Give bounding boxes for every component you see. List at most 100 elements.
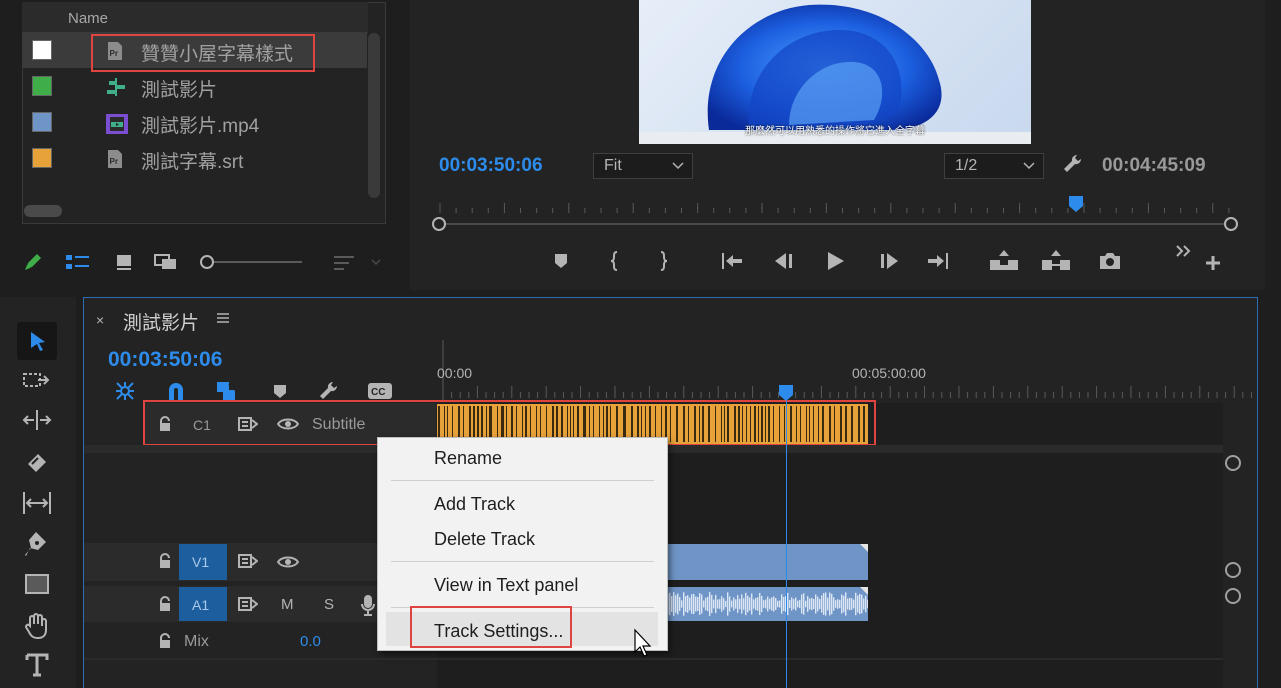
- rectangle-tool-icon[interactable]: [24, 573, 50, 595]
- scroll-handle[interactable]: [1225, 455, 1241, 471]
- captions-icon[interactable]: CC: [367, 382, 393, 400]
- monitor-out-handle[interactable]: [1224, 217, 1238, 231]
- hand-tool-icon[interactable]: [24, 612, 50, 640]
- step-forward-icon[interactable]: [878, 251, 900, 271]
- selection-tool-icon[interactable]: [17, 322, 57, 360]
- pencil-icon[interactable]: [22, 251, 44, 273]
- svg-text:Pr: Pr: [110, 157, 118, 166]
- duration-timecode: 00:04:45:09: [1102, 155, 1206, 176]
- mute-button[interactable]: M: [281, 596, 294, 613]
- monitor-playhead[interactable]: [1068, 195, 1084, 213]
- microphone-icon[interactable]: [361, 594, 375, 616]
- mouse-cursor-icon: [633, 628, 653, 658]
- timeline-ruler[interactable]: [437, 340, 1257, 402]
- menu-item-rename[interactable]: Rename: [434, 448, 502, 469]
- icon-view-icon[interactable]: [114, 253, 134, 271]
- list-view-icon[interactable]: [65, 253, 91, 271]
- close-tab-icon[interactable]: ×: [96, 312, 104, 328]
- freeform-view-icon[interactable]: [154, 253, 184, 271]
- scroll-handle[interactable]: [1225, 562, 1241, 578]
- sync-lock-icon[interactable]: [238, 553, 258, 569]
- mix-volume[interactable]: 0.0: [300, 633, 321, 650]
- razor-tool-icon[interactable]: [24, 450, 50, 476]
- column-name-label: Name: [68, 10, 109, 27]
- ruler-label-5min: 00:05:00:00: [852, 365, 926, 381]
- ruler-label-start: 00:00: [437, 365, 473, 381]
- menu-separator: [391, 480, 654, 481]
- highlight-box: [410, 606, 572, 648]
- extract-icon[interactable]: [1040, 248, 1072, 272]
- snap-icon[interactable]: [165, 380, 187, 402]
- project-item[interactable]: 測試影片: [23, 69, 367, 104]
- project-column-header[interactable]: Name: [22, 2, 368, 33]
- wrench-icon[interactable]: [1062, 153, 1084, 175]
- lock-icon[interactable]: [158, 596, 172, 612]
- label-color-swatch[interactable]: [32, 76, 52, 96]
- track-divider: [84, 658, 1223, 660]
- monitor-time-ruler[interactable]: [430, 195, 1240, 231]
- project-item-name: 測試字幕.srt: [141, 152, 244, 173]
- zoom-value: Fit: [604, 157, 622, 174]
- panel-menu-icon[interactable]: [216, 312, 230, 324]
- lock-icon[interactable]: [158, 633, 172, 649]
- menu-item-add-track[interactable]: Add Track: [434, 494, 515, 515]
- eye-icon[interactable]: [277, 555, 299, 569]
- label-color-swatch[interactable]: [32, 148, 52, 168]
- label-color-swatch[interactable]: [32, 40, 52, 60]
- playhead-line: [786, 398, 787, 688]
- export-frame-icon[interactable]: [1098, 251, 1122, 271]
- track-select-tool-icon[interactable]: [22, 368, 52, 392]
- video-preview[interactable]: 那麼然可以用熟悉的操作將它進入全字幕: [639, 0, 1031, 144]
- go-to-in-icon[interactable]: [720, 251, 744, 271]
- add-marker-icon[interactable]: [272, 383, 288, 399]
- sort-icon[interactable]: [332, 253, 382, 271]
- pen-tool-icon[interactable]: [24, 530, 50, 558]
- track-id-a1: A1: [192, 597, 210, 613]
- mark-in-icon[interactable]: [608, 250, 622, 272]
- sequence-timecode[interactable]: 00:03:50:06: [108, 348, 222, 372]
- project-horizontal-scrollbar[interactable]: [24, 205, 62, 217]
- play-icon[interactable]: [826, 250, 846, 272]
- lift-icon[interactable]: [988, 248, 1020, 272]
- lock-icon[interactable]: [158, 553, 172, 569]
- sequence-tab[interactable]: 測試影片: [123, 308, 199, 335]
- resolution-select[interactable]: 1/2: [944, 153, 1044, 179]
- zoom-slider[interactable]: [200, 255, 304, 269]
- more-controls-icon[interactable]: [1175, 244, 1193, 258]
- mark-out-icon[interactable]: [656, 250, 670, 272]
- nest-icon[interactable]: [114, 380, 136, 402]
- project-vertical-scrollbar[interactable]: [368, 33, 380, 198]
- svg-text:CC: CC: [371, 387, 385, 398]
- zoom-select[interactable]: Fit: [593, 153, 693, 179]
- chevron-down-icon: [672, 162, 684, 170]
- track-id-v1: V1: [192, 554, 210, 570]
- slip-tool-icon[interactable]: [21, 490, 53, 516]
- timeline-scrollbar[interactable]: [1223, 403, 1257, 688]
- clip-end-marker: [860, 544, 868, 552]
- subtitle-overlay: 那麼然可以用熟悉的操作將它進入全字幕: [745, 126, 925, 137]
- menu-item-delete-track[interactable]: Delete Track: [434, 529, 535, 550]
- scroll-handle[interactable]: [1225, 588, 1241, 604]
- menu-item-view-in-text-panel[interactable]: View in Text panel: [434, 575, 578, 596]
- step-back-icon[interactable]: [773, 251, 795, 271]
- highlight-box: [91, 34, 315, 72]
- sequence-icon: [105, 77, 127, 97]
- button-editor-plus-icon[interactable]: [1204, 254, 1222, 272]
- linked-selection-icon[interactable]: [215, 380, 239, 402]
- type-tool-icon[interactable]: [24, 652, 50, 678]
- chevron-down-icon: [1023, 162, 1035, 170]
- playhead-timecode[interactable]: 00:03:50:06: [439, 155, 543, 177]
- solo-button[interactable]: S: [324, 596, 334, 613]
- go-to-out-icon[interactable]: [926, 251, 950, 271]
- project-item[interactable]: 測試影片.mp4: [23, 105, 367, 140]
- project-item-name: 測試影片.mp4: [141, 116, 260, 137]
- resolution-value: 1/2: [955, 157, 978, 174]
- sync-lock-icon[interactable]: [238, 596, 258, 612]
- label-color-swatch[interactable]: [32, 112, 52, 132]
- timeline-settings-icon[interactable]: [318, 380, 340, 402]
- ripple-edit-tool-icon[interactable]: [22, 408, 52, 432]
- project-item[interactable]: Pr 測試字幕.srt: [23, 141, 367, 176]
- add-marker-icon[interactable]: [553, 252, 569, 270]
- clip-end-marker: [860, 587, 868, 595]
- monitor-in-handle[interactable]: [432, 217, 446, 231]
